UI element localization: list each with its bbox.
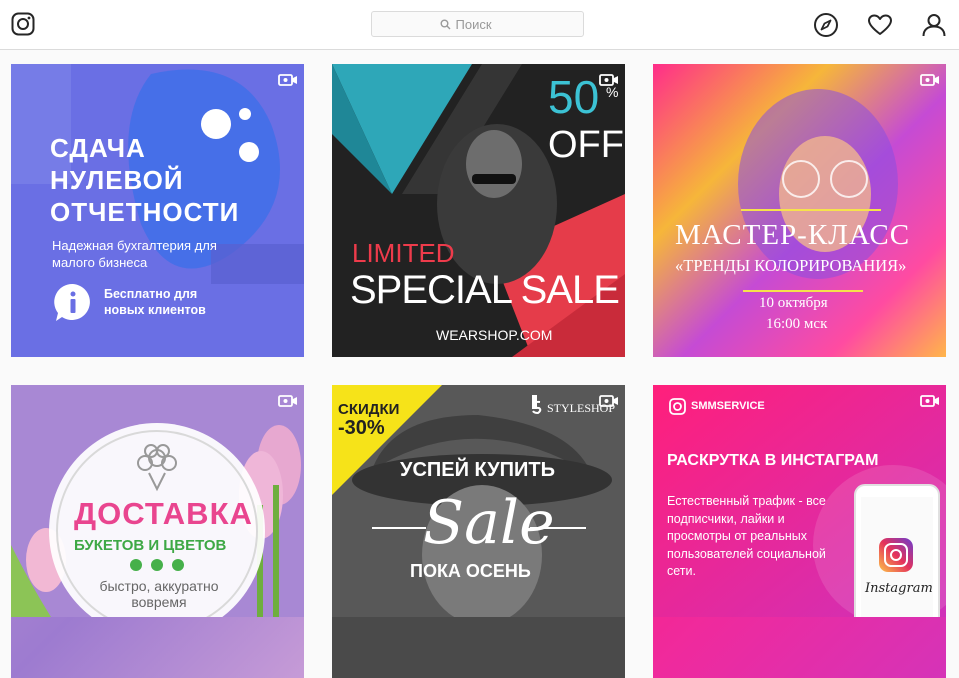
- discount-number: 50: [548, 71, 600, 123]
- search-input[interactable]: [455, 16, 516, 32]
- promo-body-line-5: сети.: [667, 564, 696, 578]
- subtext-line-1: Надежная бухгалтерия для: [52, 238, 217, 253]
- masterclass-date: 10 октября: [759, 295, 828, 311]
- promo-title: РАСКРУТКА В ИНСТАГРАМ: [667, 452, 879, 469]
- heart-activity-icon[interactable]: [867, 12, 893, 38]
- brand-name: STYLESHOP: [547, 401, 616, 415]
- search-box[interactable]: [371, 11, 584, 37]
- video-icon: [278, 74, 297, 86]
- post-background-art: [653, 64, 946, 357]
- post-tile-special-sale[interactable]: 50 % OFF LIMITED SPECIAL SALE WEARSHOP.C…: [332, 64, 625, 357]
- discount-badge: СКИДКИ -30%: [338, 400, 399, 438]
- discount-line-2: -30%: [338, 417, 385, 439]
- profile-user-icon[interactable]: [921, 12, 947, 38]
- post-cta: Бесплатно для новых клиентов: [104, 286, 206, 318]
- delivery-title: ДОСТАВКА: [74, 496, 253, 531]
- promo-body-line-3: просмотры от реальных: [667, 529, 808, 543]
- delivery-note: быстро, аккуратно вовремя: [80, 578, 238, 610]
- cta-line-2: новых клиентов: [104, 303, 206, 317]
- headline-line-2: НУЛЕВОЙ: [50, 165, 184, 195]
- masterclass-subtitle: «ТРЕНДЫ КОЛОРИРОВАНИЯ»: [675, 256, 907, 275]
- search-icon: [440, 19, 450, 29]
- instagram-logo-icon[interactable]: [11, 12, 35, 36]
- instagram-small-icon: [669, 398, 686, 415]
- brand-name: SMMSERVICE: [691, 400, 765, 412]
- info-bubble-icon: [54, 283, 90, 321]
- top-nav-bar: [0, 0, 959, 50]
- post-tile-masterclass[interactable]: МАСТЕР-КЛАСС «ТРЕНДЫ КОЛОРИРОВАНИЯ» 10 о…: [653, 64, 946, 357]
- promo-body-line-4: пользователей социальной: [667, 546, 826, 561]
- post-tile-autumn-sale[interactable]: СКИДКИ -30% STYLESHOP УСПЕЙ КУПИТЬ Sale …: [332, 385, 625, 678]
- explore-compass-icon[interactable]: [813, 12, 839, 38]
- delivery-subtitle: БУКЕТОВ И ЦВЕТОВ: [74, 537, 227, 554]
- delivery-note-line-1: быстро, аккуратно: [99, 578, 219, 594]
- promo-body: Естественный трафик - все подписчики, ла…: [667, 493, 826, 581]
- headline-line-1: СДАЧА: [50, 133, 146, 163]
- divider-left: [372, 527, 426, 529]
- phone-app-label: Instagram: [865, 581, 933, 596]
- delivery-note-line-2: вовремя: [131, 594, 187, 610]
- sale-headline: УСПЕЙ КУПИТЬ: [400, 459, 556, 481]
- post-headline: СДАЧА НУЛЕВОЙ ОТЧЕТНОСТИ: [50, 132, 239, 228]
- post-tile-flower-delivery[interactable]: ДОСТАВКА БУКЕТОВ И ЦВЕТОВ быстро, аккура…: [11, 385, 304, 678]
- sale-footer: ПОКА ОСЕНЬ: [410, 561, 531, 581]
- discount-percent: %: [606, 84, 619, 100]
- subtext-line-2: малого бизнеса: [52, 255, 148, 270]
- masterclass-time: 16:00 мск: [766, 316, 828, 332]
- video-icon: [278, 395, 297, 407]
- post-tile-accounting[interactable]: СДАЧА НУЛЕВОЙ ОТЧЕТНОСТИ Надежная бухгал…: [11, 64, 304, 357]
- stylestop-logo-icon: [532, 400, 542, 415]
- headline-line-3: ОТЧЕТНОСТИ: [50, 197, 240, 227]
- promo-body-line-2: подписчики, лайки и: [667, 511, 785, 526]
- video-icon: [920, 395, 939, 407]
- post-subtext: Надежная бухгалтерия для малого бизнеса: [52, 237, 217, 271]
- promo-body-line-1: Естественный трафик - все: [667, 494, 826, 508]
- video-icon: [920, 74, 939, 86]
- limited-label: LIMITED: [352, 238, 455, 268]
- post-tile-instagram-promo[interactable]: SMMSERVICE РАСКРУТКА В ИНСТАГРАМ Естеств…: [653, 385, 946, 678]
- special-sale-label: SPECIAL SALE: [350, 268, 620, 312]
- sale-script: Sale: [423, 488, 555, 558]
- masterclass-title: МАСТЕР-КЛАСС: [675, 219, 911, 251]
- cta-line-1: Бесплатно для: [104, 287, 198, 301]
- discount-off: OFF: [548, 124, 624, 166]
- store-site: WEARSHOP.COM: [436, 327, 553, 343]
